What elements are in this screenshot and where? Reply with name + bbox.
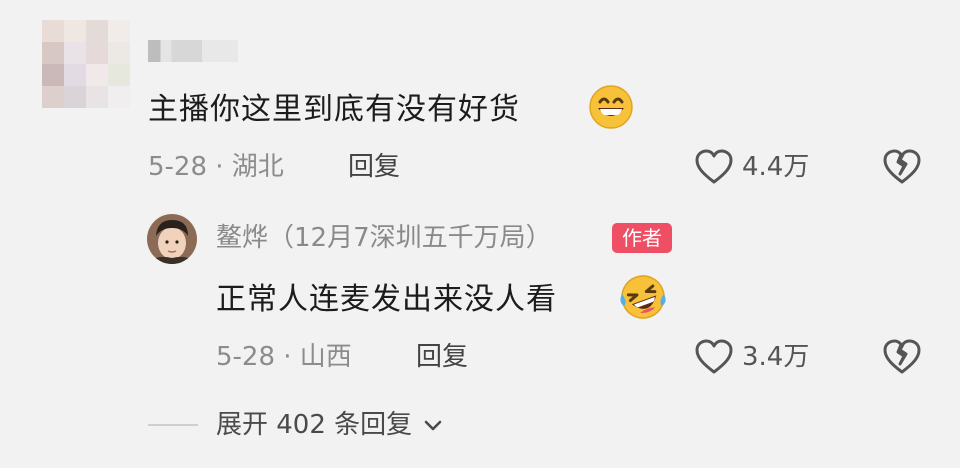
broken-heart-icon[interactable] [882,148,922,186]
like-count: 3.4万 [742,342,810,372]
comment-text: 主播你这里到底有没有好货 [148,92,520,127]
person-icon [147,214,197,264]
author-avatar[interactable] [147,214,197,264]
rolling-laughing-icon [620,275,666,319]
reply-button[interactable]: 回复 [348,152,400,182]
avatar[interactable] [42,20,130,108]
heart-icon[interactable] [694,338,734,376]
expand-replies-label: 展开 402 条回复 [216,410,413,440]
author-badge: 作者 [612,223,672,253]
divider [148,424,198,426]
username-blurred [148,40,238,62]
grinning-face-icon [589,85,633,129]
chevron-down-icon [425,420,442,430]
author-name[interactable]: 鳌烨（12月7深圳五千万局） [216,223,552,253]
reply-text: 正常人连麦发出来没人看 [216,282,557,317]
reply-meta: 5-28 · 山西 [216,342,352,372]
heart-icon[interactable] [694,148,734,186]
expand-replies-button[interactable]: 展开 402 条回复 [216,410,442,440]
comment-meta: 5-28 · 湖北 [148,152,284,182]
broken-heart-icon[interactable] [882,338,922,376]
like-count: 4.4万 [742,152,810,182]
reply-button[interactable]: 回复 [416,342,468,372]
